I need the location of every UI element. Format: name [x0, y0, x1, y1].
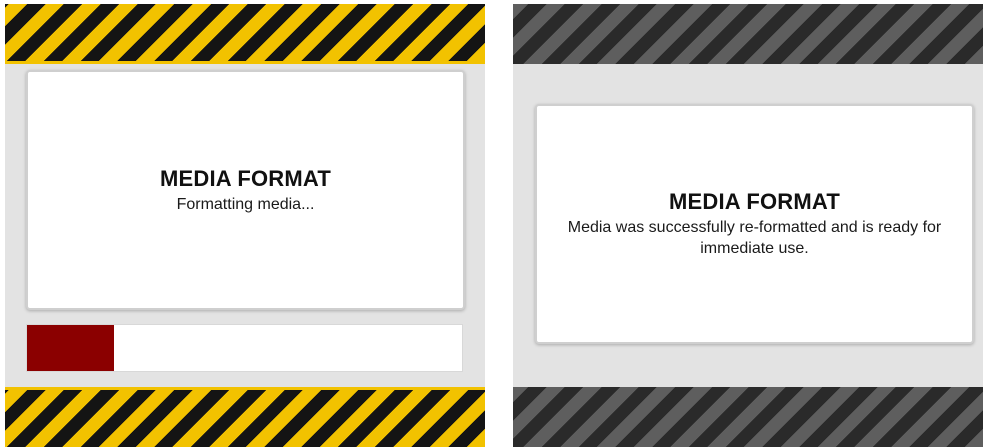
card-title: MEDIA FORMAT [159, 165, 332, 191]
progress-bar [26, 324, 463, 372]
gray-stripe-top [513, 4, 983, 64]
success-message: Media was successfully re-formatted and … [567, 219, 942, 257]
status-card: MEDIA FORMAT Media was successfully re-f… [535, 104, 974, 344]
hazard-stripe-top [5, 4, 485, 64]
format-complete-screen: MEDIA FORMAT Media was successfully re-f… [513, 4, 983, 447]
hazard-stripe-bottom [5, 387, 485, 447]
formatting-screen: MEDIA FORMAT Formatting media... [5, 4, 485, 447]
progress-bar-fill [27, 325, 114, 371]
gray-stripe-bottom [513, 387, 983, 447]
card-title: MEDIA FORMAT [668, 189, 841, 214]
status-card: MEDIA FORMAT Formatting media... [26, 70, 465, 310]
status-message: Formatting media... [176, 195, 315, 213]
